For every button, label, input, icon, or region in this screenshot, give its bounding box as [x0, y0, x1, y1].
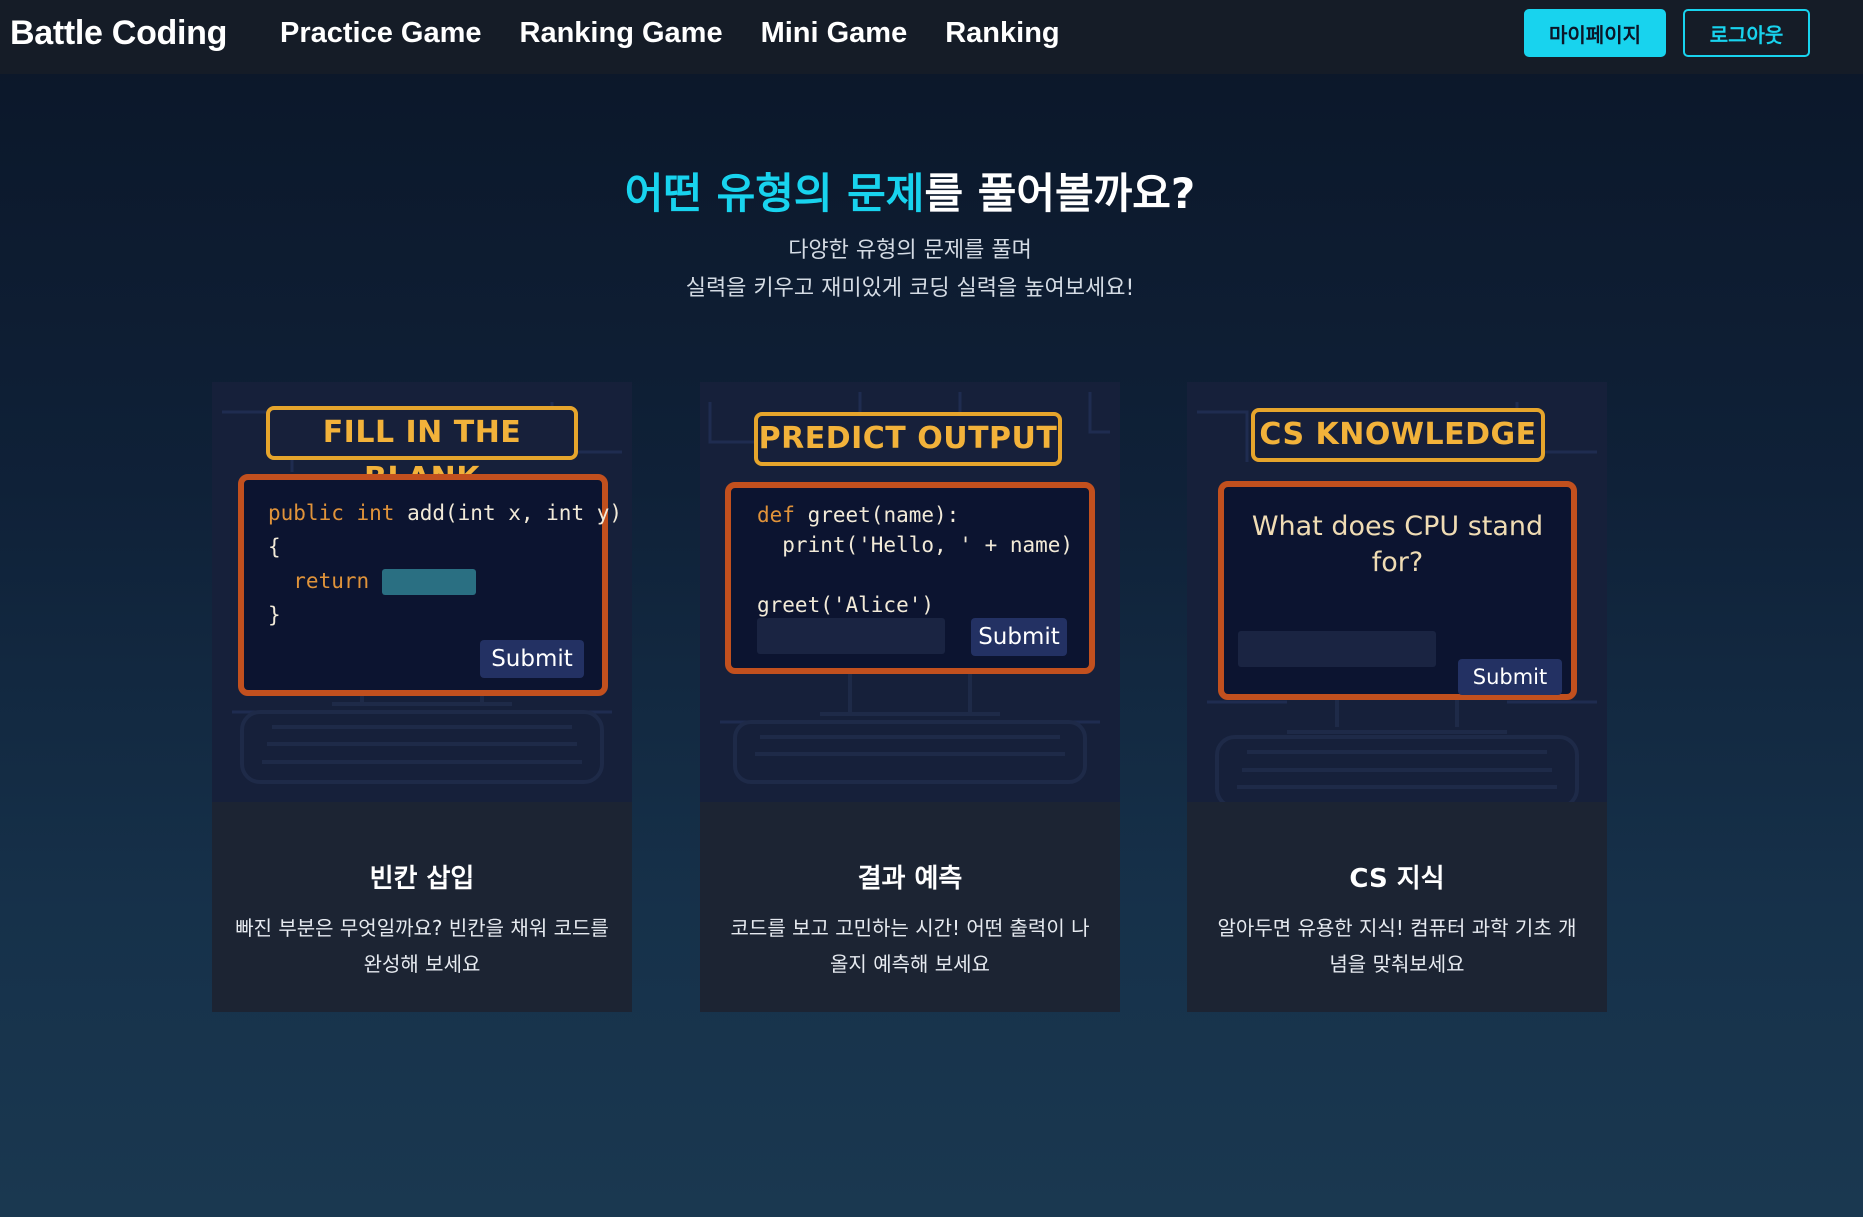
card-banner: FILL IN THE BLANK	[266, 406, 578, 496]
page-title-highlight: 어떤 유형의 문제	[624, 169, 925, 218]
mypage-button[interactable]: 마이페이지	[1524, 9, 1666, 57]
code-keyword: def	[757, 503, 795, 527]
card-predict-output[interactable]: PREDICT OUTPUT def greet(name): print('H…	[700, 382, 1120, 1012]
nav-link-mini-game[interactable]: Mini Game	[761, 17, 908, 50]
code-text: {	[268, 535, 281, 559]
blank-slot	[382, 569, 476, 595]
card-illustration: CS KNOWLEDGE What does CPU stand for? Su…	[1187, 382, 1607, 802]
card-body: CS 지식 알아두면 유용한 지식! 컴퓨터 과학 기초 개념을 맞춰보세요	[1187, 802, 1607, 1012]
page-title: 어떤 유형의 문제를 풀어볼까요?	[0, 160, 1820, 221]
nav-link-ranking-game[interactable]: Ranking Game	[520, 17, 723, 50]
monitor-frame: def greet(name): print('Hello, ' + name)…	[725, 482, 1095, 674]
card-illustration: PREDICT OUTPUT def greet(name): print('H…	[700, 382, 1120, 802]
code-text: print('Hello, ' + name)	[757, 533, 1074, 557]
submit-button[interactable]: Submit	[971, 618, 1067, 656]
card-description: 빠진 부분은 무엇일까요? 빈칸을 채워 코드를 완성해 보세요	[235, 916, 609, 976]
card-body: 결과 예측 코드를 보고 고민하는 시간! 어떤 출력이 나올지 예측해 보세요	[700, 802, 1120, 1012]
card-fill-in-the-blank[interactable]: FILL IN THE BLANK public int add(int x, …	[212, 382, 632, 1012]
nav-links: Practice Game Ranking Game Mini Game Ran…	[280, 17, 1060, 50]
code-keyword: public int	[268, 501, 395, 525]
page-title-rest: 를 풀어볼까요?	[924, 169, 1196, 218]
page-subtitle-line2: 실력을 키우고 재미있게 코딩 실력을 높여보세요!	[685, 276, 1135, 301]
answer-input[interactable]	[1238, 631, 1436, 667]
card-cs-knowledge[interactable]: CS KNOWLEDGE What does CPU stand for? Su…	[1187, 382, 1607, 1012]
code-snippet: public int add(int x, int y) { return }	[268, 496, 622, 632]
submit-button[interactable]: Submit	[1458, 659, 1562, 695]
card-title: 빈칸 삽입	[369, 864, 475, 894]
card-banner: CS KNOWLEDGE	[1251, 408, 1545, 462]
page-subtitle-line1: 다양한 유형의 문제를 풀며	[788, 238, 1032, 263]
monitor-frame: public int add(int x, int y) { return } …	[238, 474, 622, 696]
code-text: greet('Alice')	[757, 593, 935, 617]
card-banner: PREDICT OUTPUT	[754, 412, 1062, 466]
brand-logo[interactable]: Battle Coding	[10, 14, 227, 53]
submit-button[interactable]: Submit	[480, 640, 584, 678]
logout-button[interactable]: 로그아웃	[1683, 9, 1810, 57]
page-subtitle: 다양한 유형의 문제를 풀며 실력을 키우고 재미있게 코딩 실력을 높여보세요…	[0, 232, 1820, 308]
question-text: What does CPU stand for?	[1251, 511, 1544, 578]
code-keyword: return	[268, 569, 370, 593]
card-description: 코드를 보고 고민하는 시간! 어떤 출력이 나올지 예측해 보세요	[730, 916, 1090, 976]
code-snippet: def greet(name): print('Hello, ' + name)…	[757, 500, 1073, 620]
code-text: }	[268, 603, 281, 627]
answer-input[interactable]	[757, 618, 945, 654]
nav-link-ranking[interactable]: Ranking	[945, 17, 1059, 50]
card-illustration: FILL IN THE BLANK public int add(int x, …	[212, 382, 632, 802]
code-text: greet(name):	[794, 503, 960, 527]
card-title: 결과 예측	[857, 864, 963, 894]
card-title: CS 지식	[1349, 864, 1445, 894]
top-navbar: Battle Coding Practice Game Ranking Game…	[0, 0, 1863, 74]
code-text: add(int x, int y)	[394, 501, 623, 525]
nav-link-practice-game[interactable]: Practice Game	[280, 17, 482, 50]
monitor-frame: What does CPU stand for? Submit	[1218, 481, 1577, 700]
card-body: 빈칸 삽입 빠진 부분은 무엇일까요? 빈칸을 채워 코드를 완성해 보세요	[212, 802, 632, 1012]
card-description: 알아두면 유용한 지식! 컴퓨터 과학 기초 개념을 맞춰보세요	[1217, 916, 1577, 976]
